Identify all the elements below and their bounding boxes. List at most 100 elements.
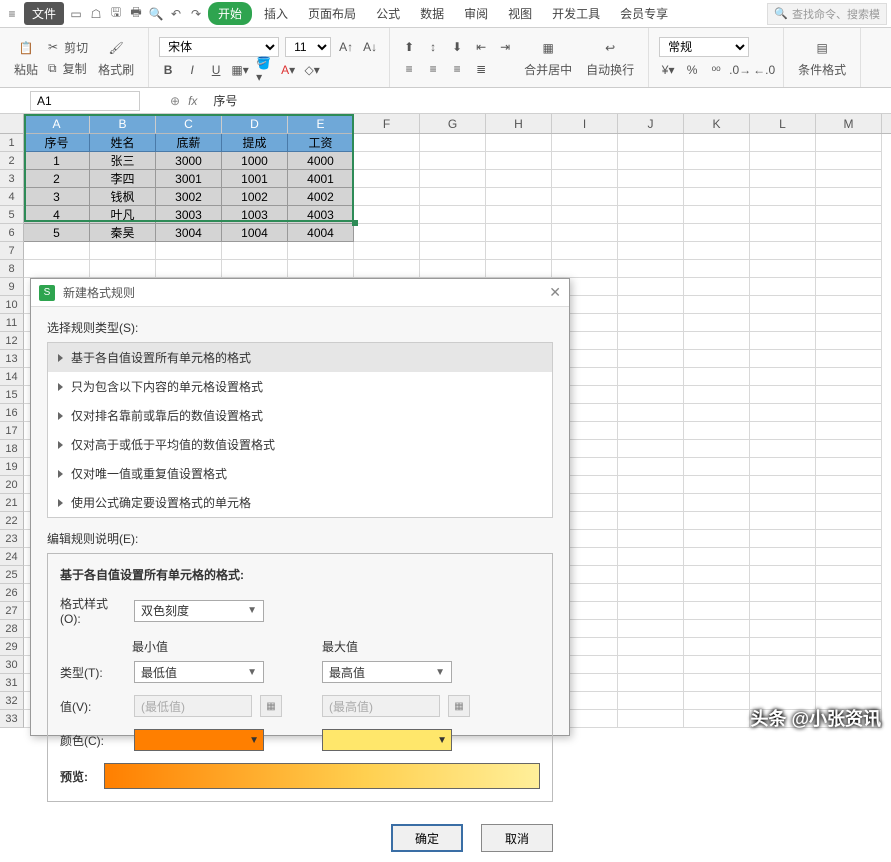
- cell[interactable]: [684, 584, 750, 602]
- cell[interactable]: [618, 620, 684, 638]
- cell[interactable]: [750, 314, 816, 332]
- cell[interactable]: [816, 206, 882, 224]
- row-header[interactable]: 3: [0, 170, 24, 188]
- cell[interactable]: [684, 296, 750, 314]
- tab-data[interactable]: 数据: [412, 2, 452, 25]
- column-header-G[interactable]: G: [420, 114, 486, 133]
- cell[interactable]: 张三: [90, 152, 156, 170]
- cell[interactable]: [750, 206, 816, 224]
- cell[interactable]: [750, 350, 816, 368]
- cell[interactable]: [552, 134, 618, 152]
- rule-type-item[interactable]: 只为包含以下内容的单元格设置格式: [48, 372, 552, 401]
- cell[interactable]: [618, 710, 684, 728]
- cell[interactable]: 4002: [288, 188, 354, 206]
- cell[interactable]: [750, 224, 816, 242]
- cell[interactable]: [684, 530, 750, 548]
- cell[interactable]: [684, 620, 750, 638]
- cell[interactable]: [618, 638, 684, 656]
- cell[interactable]: [618, 602, 684, 620]
- cell[interactable]: [684, 548, 750, 566]
- column-header-C[interactable]: C: [156, 114, 222, 133]
- format-painter-button[interactable]: 🖌 格式刷: [94, 35, 138, 80]
- dec-font-icon[interactable]: A↓: [361, 38, 379, 56]
- cell[interactable]: [552, 170, 618, 188]
- cell[interactable]: [486, 134, 552, 152]
- tab-insert[interactable]: 插入: [256, 2, 296, 25]
- cell[interactable]: [618, 188, 684, 206]
- formula-value[interactable]: 序号: [205, 92, 891, 109]
- cell[interactable]: [618, 440, 684, 458]
- column-header-E[interactable]: E: [288, 114, 354, 133]
- cell[interactable]: [816, 188, 882, 206]
- cell[interactable]: 1001: [222, 170, 288, 188]
- align-justify[interactable]: ≣: [472, 60, 490, 78]
- column-header-L[interactable]: L: [750, 114, 816, 133]
- cell[interactable]: 1004: [222, 224, 288, 242]
- rule-type-item[interactable]: 仅对高于或低于平均值的数值设置格式: [48, 430, 552, 459]
- cell[interactable]: [684, 206, 750, 224]
- column-header-D[interactable]: D: [222, 114, 288, 133]
- clear-format-button[interactable]: ◇▾: [303, 61, 321, 79]
- inc-font-icon[interactable]: A↑: [337, 38, 355, 56]
- cell[interactable]: [24, 260, 90, 278]
- cell[interactable]: [420, 188, 486, 206]
- cell[interactable]: [750, 278, 816, 296]
- row-header[interactable]: 20: [0, 476, 24, 494]
- cell[interactable]: [684, 710, 750, 728]
- cell[interactable]: [816, 548, 882, 566]
- row-header[interactable]: 30: [0, 656, 24, 674]
- row-header[interactable]: 14: [0, 368, 24, 386]
- cell[interactable]: [684, 566, 750, 584]
- cell[interactable]: [618, 530, 684, 548]
- cell[interactable]: 1: [24, 152, 90, 170]
- cell[interactable]: 李四: [90, 170, 156, 188]
- cell[interactable]: 叶凡: [90, 206, 156, 224]
- row-header[interactable]: 29: [0, 638, 24, 656]
- row-header[interactable]: 18: [0, 440, 24, 458]
- cell[interactable]: [816, 602, 882, 620]
- min-type-select[interactable]: 最低值▼: [134, 661, 264, 683]
- cell[interactable]: [816, 152, 882, 170]
- cell[interactable]: [750, 584, 816, 602]
- row-header[interactable]: 13: [0, 350, 24, 368]
- cell[interactable]: [684, 494, 750, 512]
- cell[interactable]: [816, 674, 882, 692]
- dec-inc-button[interactable]: .0→: [731, 61, 749, 79]
- cell[interactable]: [750, 188, 816, 206]
- row-header[interactable]: 27: [0, 602, 24, 620]
- cell[interactable]: 4: [24, 206, 90, 224]
- cell[interactable]: [618, 224, 684, 242]
- cell[interactable]: [420, 224, 486, 242]
- cell[interactable]: [618, 350, 684, 368]
- cell[interactable]: [354, 206, 420, 224]
- cell[interactable]: [618, 134, 684, 152]
- cell[interactable]: [684, 170, 750, 188]
- cell[interactable]: [750, 440, 816, 458]
- cancel-button[interactable]: 取消: [481, 824, 553, 852]
- format-style-select[interactable]: 双色刻度▼: [134, 600, 264, 622]
- column-header-J[interactable]: J: [618, 114, 684, 133]
- row-header[interactable]: 19: [0, 458, 24, 476]
- cell[interactable]: [618, 584, 684, 602]
- cell[interactable]: [750, 386, 816, 404]
- cell[interactable]: [684, 278, 750, 296]
- cell[interactable]: 提成: [222, 134, 288, 152]
- autowrap-button[interactable]: ↩ 自动换行: [582, 35, 638, 80]
- cell[interactable]: [618, 278, 684, 296]
- cell[interactable]: [618, 242, 684, 260]
- cell[interactable]: [486, 170, 552, 188]
- cell[interactable]: [750, 422, 816, 440]
- cell[interactable]: [816, 332, 882, 350]
- cell[interactable]: [486, 152, 552, 170]
- cell[interactable]: [354, 260, 420, 278]
- cell[interactable]: [24, 242, 90, 260]
- tab-member[interactable]: 会员专享: [612, 2, 676, 25]
- row-header[interactable]: 25: [0, 566, 24, 584]
- cell[interactable]: [618, 296, 684, 314]
- cell[interactable]: 4004: [288, 224, 354, 242]
- dialog-titlebar[interactable]: S 新建格式规则 ✕: [31, 279, 569, 307]
- cell[interactable]: [684, 224, 750, 242]
- cell[interactable]: [816, 440, 882, 458]
- cell[interactable]: [618, 548, 684, 566]
- cell[interactable]: [420, 152, 486, 170]
